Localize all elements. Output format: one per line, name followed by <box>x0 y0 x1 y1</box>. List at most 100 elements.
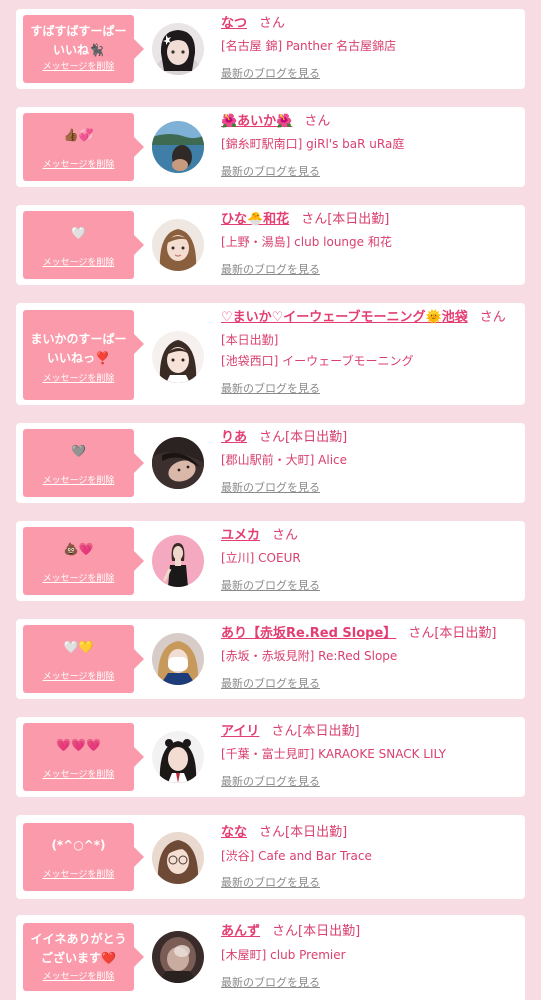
avatar[interactable] <box>152 219 204 271</box>
message-text: 🩶 <box>71 444 86 458</box>
delete-message-link[interactable]: メッセージを削除 <box>23 669 134 682</box>
message-bubble: 🤍 メッセージを削除 <box>23 211 144 279</box>
avatar[interactable] <box>152 437 204 489</box>
cast-header: あり【赤坂Re.Red Slope】 さん[本日出勤] <box>221 625 496 643</box>
list-item: 🤍 メッセージを削除 ひな🐣和花 さん[本日出勤] [上野・湯島] club lo… <box>16 205 525 285</box>
avatar[interactable] <box>152 23 204 75</box>
delete-message-link[interactable]: メッセージを削除 <box>23 255 134 268</box>
delete-message-link[interactable]: メッセージを削除 <box>23 969 134 982</box>
list-item: イイネありがとう ございます❤️ メッセージを削除 あんず さん[本日出勤] [木… <box>16 915 525 1000</box>
honorific: さん <box>304 114 331 129</box>
work-status: [本日出勤] <box>297 724 360 739</box>
shop-name: [立川] COEUR <box>221 551 301 565</box>
delete-message-link[interactable]: メッセージを削除 <box>23 157 134 170</box>
avatar[interactable] <box>152 931 204 983</box>
latest-blog-link[interactable]: 最新のブログを見る <box>221 480 320 496</box>
message-text: 💗💗💗 <box>56 738 101 752</box>
list-item: 🩶 メッセージを削除 りあ さん[本日出勤] [郡山駅前・大町] Alice 最新… <box>16 423 525 503</box>
cast-name-link[interactable]: なな <box>221 825 247 840</box>
latest-blog-link[interactable]: 最新のブログを見る <box>221 262 320 278</box>
message-text: まいかのすーぱー いいねっ❣️ <box>30 332 127 365</box>
message-text: 🤍 <box>71 226 86 240</box>
work-status: [本日出勤] <box>434 626 497 641</box>
cast-name-link[interactable]: ユメカ <box>221 528 260 543</box>
honorific: さん <box>271 724 298 739</box>
honorific: さん <box>259 825 286 840</box>
avatar[interactable] <box>152 331 204 383</box>
avatar[interactable] <box>152 832 204 884</box>
message-bubble: (*^○^*) メッセージを削除 <box>23 823 144 891</box>
honorific: さん <box>259 16 286 31</box>
message-bubble: 🩶 メッセージを削除 <box>23 429 144 497</box>
latest-blog-link[interactable]: 最新のブログを見る <box>221 381 320 397</box>
honorific: さん <box>301 212 328 227</box>
cast-name-link[interactable]: アイリ <box>221 724 259 739</box>
latest-blog-link[interactable]: 最新のブログを見る <box>221 66 320 82</box>
cast-header: ひな🐣和花 さん[本日出勤] <box>221 211 389 229</box>
message-text: (*^○^*) <box>51 838 106 852</box>
work-status: [本日出勤] <box>285 430 348 445</box>
message-bubble: まいかのすーぱー いいねっ❣️ メッセージを削除 <box>23 310 144 400</box>
cast-name-link[interactable]: あり【赤坂Re.Red Slope】 <box>221 626 396 641</box>
message-text: 💩💗 <box>63 542 94 556</box>
work-status: [本日出勤] <box>221 333 279 347</box>
delete-message-link[interactable]: メッセージを削除 <box>23 371 134 384</box>
work-status: [本日出勤] <box>298 924 361 939</box>
cast-header: あんず さん[本日出勤] <box>221 923 360 941</box>
message-bubble: イイネありがとう ございます❤️ メッセージを削除 <box>23 923 144 991</box>
cast-name-link[interactable]: ♡まいか♡イーウェーブモーニング🌞池袋 <box>221 310 468 325</box>
cast-header: なつ さん <box>221 15 285 33</box>
delete-message-link[interactable]: メッセージを削除 <box>23 767 134 780</box>
latest-blog-link[interactable]: 最新のブログを見る <box>221 676 320 692</box>
shop-name: [池袋西口] イーウェーブモーニング <box>221 354 414 368</box>
cast-name-link[interactable]: ひな🐣和花 <box>221 212 289 227</box>
delete-message-link[interactable]: メッセージを削除 <box>23 59 134 72</box>
cast-header: アイリ さん[本日出勤] <box>221 723 360 741</box>
message-bubble: 🤍💛 メッセージを削除 <box>23 625 144 693</box>
list-item: 🤍💛 メッセージを削除 あり【赤坂Re.Red Slope】 さん[本日出勤] [… <box>16 619 525 699</box>
latest-blog-link[interactable]: 最新のブログを見る <box>221 975 320 991</box>
shop-name: [千葉・富士見町] KARAOKE SNACK LILY <box>221 747 446 761</box>
message-bubble: 👍🏾💞 メッセージを削除 <box>23 113 144 181</box>
honorific: さん <box>479 310 506 325</box>
list-item: まいかのすーぱー いいねっ❣️ メッセージを削除 ♡まいか♡イーウェーブモーニン… <box>16 303 525 405</box>
cast-header: 🌺あいか🌺 さん <box>221 113 330 131</box>
cast-name-link[interactable]: あんず <box>221 924 260 939</box>
cast-name-link[interactable]: 🌺あいか🌺 <box>221 114 292 129</box>
shop-name: [渋谷] Cafe and Bar Trace <box>221 849 372 863</box>
cast-header: なな さん[本日出勤] <box>221 824 347 842</box>
avatar[interactable] <box>152 535 204 587</box>
message-bubble: 💗💗💗 メッセージを削除 <box>23 723 144 791</box>
cast-header: りあ さん[本日出勤] <box>221 429 347 447</box>
latest-blog-link[interactable]: 最新のブログを見る <box>221 875 320 891</box>
list-item: すばすばすーぱー いいね🐈‍⬛ メッセージを削除 なつ さん [名古屋 錦] Pa… <box>16 9 525 89</box>
list-item: 💗💗💗 メッセージを削除 アイリ さん[本日出勤] [千葉・富士見町] KARAO… <box>16 717 525 797</box>
list-item: (*^○^*) メッセージを削除 なな さん[本日出勤] [渋谷] Cafe an… <box>16 815 525 899</box>
honorific: さん <box>408 626 435 641</box>
cast-header: ユメカ さん <box>221 527 298 545</box>
like-message-list: すばすばすーぱー いいね🐈‍⬛ メッセージを削除 なつ さん [名古屋 錦] Pa… <box>0 0 541 1000</box>
avatar[interactable] <box>152 731 204 783</box>
message-bubble: 💩💗 メッセージを削除 <box>23 527 144 595</box>
avatar[interactable] <box>152 633 204 685</box>
message-text: イイネありがとう ございます❤️ <box>30 932 127 965</box>
delete-message-link[interactable]: メッセージを削除 <box>23 571 134 584</box>
latest-blog-link[interactable]: 最新のブログを見る <box>221 578 320 594</box>
honorific: さん <box>272 924 299 939</box>
latest-blog-link[interactable]: 最新のブログを見る <box>221 774 320 790</box>
message-text: 👍🏾💞 <box>63 128 94 142</box>
avatar[interactable] <box>152 121 204 173</box>
shop-name: [郡山駅前・大町] Alice <box>221 453 348 467</box>
list-item: 💩💗 メッセージを削除 ユメカ さん [立川] COEUR 最新のブログを見る <box>16 521 525 601</box>
list-item: 👍🏾💞 メッセージを削除 🌺あいか🌺 さん [錦糸町駅南口] giRl's baR… <box>16 107 525 187</box>
message-bubble: すばすばすーぱー いいね🐈‍⬛ メッセージを削除 <box>23 15 144 83</box>
shop-name: [木屋町] club Premier <box>221 948 346 962</box>
shop-name: [赤坂・赤坂見附] Re:Red Slope <box>221 649 398 663</box>
cast-name-link[interactable]: りあ <box>221 430 247 445</box>
cast-name-link[interactable]: なつ <box>221 16 247 31</box>
delete-message-link[interactable]: メッセージを削除 <box>23 867 134 880</box>
message-text: すばすばすーぱー いいね🐈‍⬛ <box>30 24 127 57</box>
delete-message-link[interactable]: メッセージを削除 <box>23 473 134 486</box>
work-status: [本日出勤] <box>285 825 348 840</box>
latest-blog-link[interactable]: 最新のブログを見る <box>221 164 320 180</box>
